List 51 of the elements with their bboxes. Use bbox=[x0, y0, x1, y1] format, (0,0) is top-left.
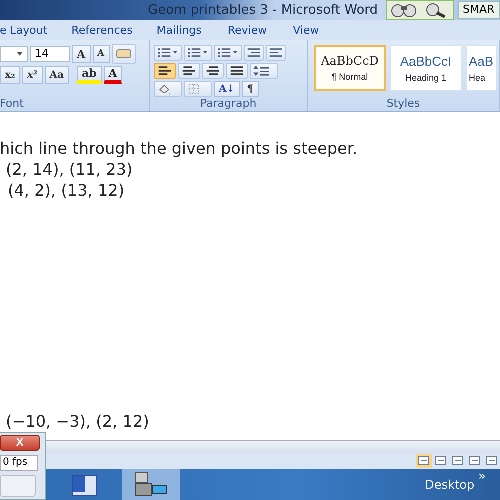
align-right-icon[interactable] bbox=[202, 63, 224, 79]
view-mode-icon[interactable] bbox=[433, 454, 449, 468]
change-case-button[interactable]: Aa bbox=[44, 66, 69, 84]
align-center-icon[interactable] bbox=[178, 63, 200, 79]
grow-font-button[interactable]: A bbox=[72, 45, 91, 63]
ribbon-tab[interactable]: e Layout bbox=[0, 24, 72, 36]
window-title: Geom printables 3 - Microsoft Word bbox=[148, 2, 378, 18]
desktop-toolbar-label[interactable]: Desktop bbox=[425, 478, 475, 492]
numbering-icon[interactable] bbox=[184, 45, 212, 61]
shrink-font-button[interactable]: A bbox=[92, 45, 110, 63]
font-color-button[interactable]: A bbox=[104, 66, 122, 84]
align-justify-icon[interactable] bbox=[226, 63, 248, 79]
increase-indent-icon[interactable] bbox=[266, 45, 286, 61]
dropdown-arrow-icon[interactable] bbox=[17, 52, 23, 56]
ribbon-tab[interactable]: Review bbox=[228, 24, 294, 36]
subscript-button[interactable]: x₂ bbox=[0, 66, 20, 84]
ribbon-tab[interactable]: View bbox=[293, 24, 332, 36]
bullets-icon[interactable] bbox=[154, 45, 182, 61]
fps-field: 0 fps bbox=[0, 455, 38, 471]
highlight-button[interactable]: ab bbox=[76, 66, 102, 84]
decrease-indent-icon[interactable] bbox=[244, 45, 264, 61]
chevron-button[interactable]: » bbox=[478, 469, 486, 483]
font-name-field[interactable] bbox=[0, 46, 28, 62]
group-label: Paragraph bbox=[199, 97, 258, 110]
smart-label[interactable]: SMAR bbox=[458, 1, 500, 19]
shading-icon[interactable] bbox=[154, 81, 182, 97]
view-mode-icon[interactable] bbox=[416, 454, 432, 468]
ribbon-tab[interactable]: References bbox=[72, 24, 157, 36]
superscript-button[interactable]: x² bbox=[22, 66, 43, 84]
view-mode-icon[interactable] bbox=[467, 454, 483, 468]
sort-button[interactable]: A↓ bbox=[214, 81, 240, 97]
font-size-field[interactable]: 14 bbox=[30, 46, 70, 62]
view-mode-icon[interactable] bbox=[484, 454, 500, 468]
recorder-panel bbox=[0, 475, 36, 497]
ribbon-tab[interactable]: Mailings bbox=[156, 24, 228, 36]
document-text-line: (−10, −3), (2, 12) bbox=[5, 411, 150, 432]
video-camera-icon[interactable] bbox=[122, 469, 180, 500]
style-item[interactable]: AaBbCcD ¶ Normal bbox=[314, 45, 386, 91]
style-item[interactable]: AaB Hea bbox=[466, 45, 497, 91]
document-text-line: (2, 14), (11, 23) bbox=[5, 159, 134, 180]
align-left-icon[interactable] bbox=[154, 63, 176, 79]
group-label: Font bbox=[0, 97, 25, 110]
style-item[interactable]: AaBbCcI Heading 1 bbox=[390, 45, 462, 91]
multilevel-list-icon[interactable] bbox=[214, 45, 242, 61]
show-marks-button[interactable]: ¶ bbox=[242, 81, 259, 97]
document-text-line: hich line through the given points is steeper. bbox=[0, 138, 359, 159]
binoculars-icon[interactable] bbox=[389, 2, 419, 18]
document-text-line: (4, 2), (13, 12) bbox=[7, 180, 126, 201]
line-spacing-icon[interactable] bbox=[250, 63, 278, 79]
view-mode-icon[interactable] bbox=[450, 454, 466, 468]
group-label: Styles bbox=[386, 97, 422, 110]
